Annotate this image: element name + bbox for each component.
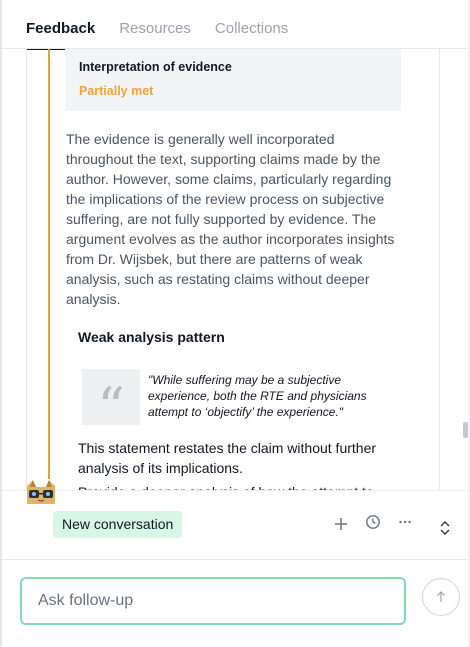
tab-bar: Feedback Resources Collections (26, 0, 288, 50)
weak-analysis-title: Weak analysis pattern (78, 329, 225, 345)
conversation-divider (2, 559, 468, 560)
ellipsis-icon[interactable] (394, 511, 416, 533)
criterion-status: Partially met (79, 84, 154, 98)
chevron-up-down-icon[interactable] (434, 517, 456, 539)
cat-avatar-icon (24, 478, 56, 506)
tab-collections[interactable]: Collections (215, 0, 288, 48)
criterion-title: Interpretation of evidence (79, 60, 232, 74)
arrow-up-icon (437, 591, 445, 602)
quoted-text: "While suffering may be a subjective exp… (148, 373, 367, 419)
panel-left-border (0, 0, 2, 646)
feedback-body-text: The evidence is generally well incorpora… (66, 131, 395, 307)
conversation-panel: New conversation (2, 490, 468, 647)
new-conversation-label[interactable]: New conversation (53, 511, 183, 538)
feedback-content[interactable]: Interpretation of evidence Partially met… (2, 49, 468, 490)
quote-icon: “ (82, 369, 140, 435)
scrollbar-thumb[interactable] (463, 422, 468, 438)
tab-feedback[interactable]: Feedback (26, 0, 96, 50)
weak-analysis-suggestion: Provide a deeper analysis of how the att… (78, 482, 398, 490)
tab-resources[interactable]: Resources (119, 0, 191, 48)
ask-follow-up-input[interactable] (20, 577, 406, 625)
criterion-header: Interpretation of evidence Partially met (65, 49, 401, 111)
feedback-panel: Feedback Resources Collections Interpret… (2, 0, 468, 647)
criterion-accent-line (48, 49, 50, 479)
plus-icon[interactable] (330, 513, 352, 535)
send-button[interactable] (422, 578, 460, 616)
clock-icon[interactable] (362, 511, 384, 533)
weak-analysis-comment: This statement restates the claim withou… (78, 440, 377, 476)
